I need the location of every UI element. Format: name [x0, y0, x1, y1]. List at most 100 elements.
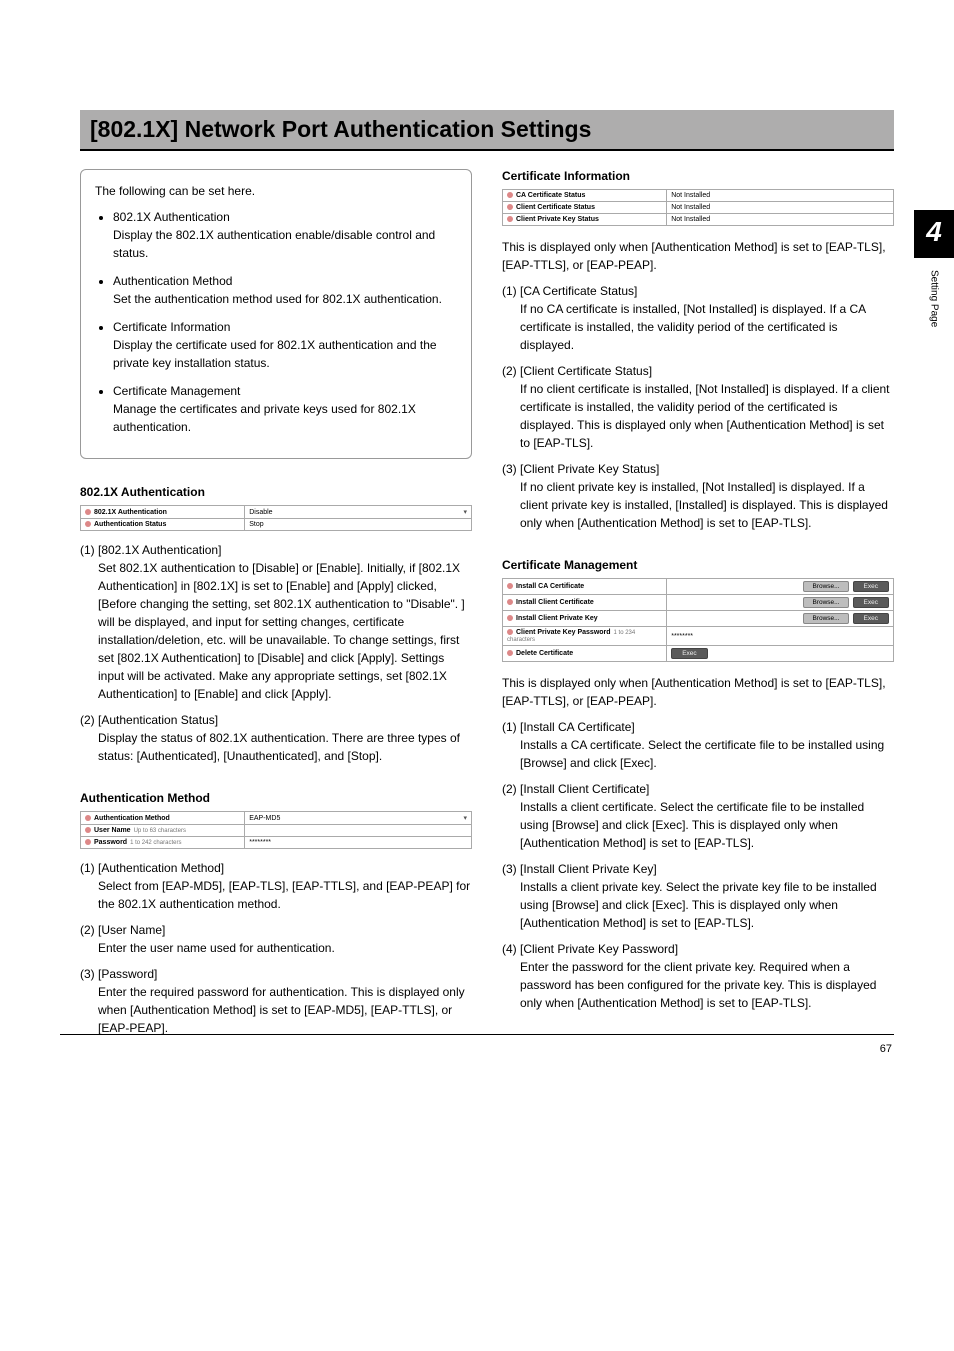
bullet-icon [507, 599, 513, 605]
item-head: (3) [Install Client Private Key] [502, 862, 894, 876]
bullet-icon [507, 216, 513, 222]
row-label: Install Client Private Key [503, 611, 667, 627]
intro-item-title: Certificate Management [113, 384, 240, 398]
intro-item: Certificate Management Manage the certifi… [113, 382, 457, 436]
row-label: Install CA Certificate [503, 579, 667, 595]
intro-item-body: Manage the certificates and private keys… [113, 400, 457, 436]
chapter-caption: Setting Page [929, 270, 940, 327]
value-text[interactable]: Stop [249, 521, 263, 528]
item-body: Enter the user name used for authenticat… [98, 939, 472, 957]
item-body: If no client certificate is installed, [… [520, 380, 894, 452]
bullet-icon [507, 583, 513, 589]
intro-lead: The following can be set here. [95, 182, 457, 200]
password-value[interactable]: ******** [671, 633, 693, 640]
row-label: CA Certificate Status [503, 190, 667, 202]
dropdown[interactable]: Disable▾ [249, 508, 467, 516]
row-value[interactable]: ******** [667, 627, 894, 646]
row-value: Not Installed [667, 214, 894, 226]
bullet-icon [85, 827, 91, 833]
bullet-icon [85, 509, 91, 515]
intro-item: Authentication Method Set the authenticat… [113, 272, 457, 308]
item-head: (2) [Authentication Status] [80, 713, 472, 727]
row-label: Password1 to 242 characters [81, 837, 245, 849]
row-value[interactable]: Disable▾ [245, 506, 472, 519]
item-head: (2) [Install Client Certificate] [502, 782, 894, 796]
browse-button[interactable]: Browse... [803, 581, 848, 592]
item-head: (4) [Client Private Key Password] [502, 942, 894, 956]
certmgmt-heading: Certificate Management [502, 558, 894, 572]
intro-item-body: Display the 802.1X authentication enable… [113, 226, 457, 262]
exec-button[interactable]: Exec [853, 613, 889, 624]
certinfo-table: CA Certificate Status Not Installed Client… [502, 189, 894, 226]
certinfo-heading: Certificate Information [502, 169, 894, 183]
item-head: (1) [802.1X Authentication] [80, 543, 472, 557]
bullet-icon [85, 815, 91, 821]
bullet-icon [507, 629, 513, 635]
auth-heading: 802.1X Authentication [80, 485, 472, 499]
value-text: Not Installed [671, 192, 710, 199]
row-value: Not Installed [667, 190, 894, 202]
intro-item-body: Set the authentication method used for 8… [113, 290, 457, 308]
item-body: Set 802.1X authentication to [Disable] o… [98, 559, 472, 703]
intro-item-title: Authentication Method [113, 274, 232, 288]
bullet-icon [507, 204, 513, 210]
item-head: (2) [User Name] [80, 923, 472, 937]
intro-item-body: Display the certificate used for 802.1X … [113, 336, 457, 372]
row-value[interactable]: EAP-MD5▾ [245, 812, 472, 825]
row-value: Not Installed [667, 202, 894, 214]
page-number: 67 [880, 1043, 892, 1055]
item-body: Select from [EAP-MD5], [EAP-TLS], [EAP-T… [98, 877, 472, 913]
dropdown[interactable]: EAP-MD5▾ [249, 814, 467, 822]
row-value[interactable] [245, 825, 472, 837]
row-value[interactable]: Browse... Exec [667, 611, 894, 627]
browse-button[interactable]: Browse... [803, 613, 848, 624]
item-body: Installs a client certificate. Select th… [520, 798, 894, 852]
row-label: Client Private Key Password1 to 234 char… [503, 627, 667, 646]
item-head: (1) [Authentication Method] [80, 861, 472, 875]
chevron-down-icon: ▾ [463, 814, 467, 822]
bullet-icon [85, 839, 91, 845]
right-column: Certificate Information CA Certificate S… [502, 169, 894, 1043]
row-label: Delete Certificate [503, 646, 667, 662]
browse-button[interactable]: Browse... [803, 597, 848, 608]
method-heading: Authentication Method [80, 791, 472, 805]
exec-button[interactable]: Exec [671, 648, 707, 659]
left-column: The following can be set here. 802.1X Au… [80, 169, 472, 1043]
row-value[interactable]: Browse... Exec [667, 595, 894, 611]
item-head: (1) [Install CA Certificate] [502, 720, 894, 734]
item-body: Installs a client private key. Select th… [520, 878, 894, 932]
row-value[interactable]: ******** [245, 837, 472, 849]
intro-item: 802.1X Authentication Display the 802.1X … [113, 208, 457, 262]
value-text: Not Installed [671, 216, 710, 223]
intro-item-title: Certificate Information [113, 320, 230, 334]
bullet-icon [507, 650, 513, 656]
chevron-down-icon: ▾ [463, 508, 467, 516]
intro-item-title: 802.1X Authentication [113, 210, 230, 224]
item-body: Display the status of 802.1X authenticat… [98, 729, 472, 765]
item-body: Enter the required password for authenti… [98, 983, 472, 1037]
value-text: Not Installed [671, 204, 710, 211]
exec-button[interactable]: Exec [853, 597, 889, 608]
value-text[interactable]: ******** [249, 839, 271, 846]
row-value[interactable]: Exec [667, 646, 894, 662]
row-value[interactable]: Stop [245, 519, 472, 531]
row-label: User NameUp to 63 characters [81, 825, 245, 837]
item-head: (3) [Password] [80, 967, 472, 981]
footer-rule [60, 1034, 894, 1035]
row-value[interactable]: Browse... Exec [667, 579, 894, 595]
item-head: (3) [Client Private Key Status] [502, 462, 894, 476]
item-body: If no client private key is installed, [… [520, 478, 894, 532]
row-label: 802.1X Authentication [81, 506, 245, 519]
page-title-bar: [802.1X] Network Port Authentication Set… [80, 110, 894, 151]
intro-list: 802.1X Authentication Display the 802.1X … [95, 208, 457, 436]
exec-button[interactable]: Exec [853, 581, 889, 592]
item-body: If no CA certificate is installed, [Not … [520, 300, 894, 354]
chapter-number: 4 [914, 210, 954, 258]
bullet-icon [507, 615, 513, 621]
row-label: Authentication Status [81, 519, 245, 531]
bullet-icon [507, 192, 513, 198]
item-body: Installs a CA certificate. Select the ce… [520, 736, 894, 772]
item-head: (1) [CA Certificate Status] [502, 284, 894, 298]
row-label: Client Private Key Status [503, 214, 667, 226]
auth-table: 802.1X Authentication Disable▾ Authenticat… [80, 505, 472, 531]
